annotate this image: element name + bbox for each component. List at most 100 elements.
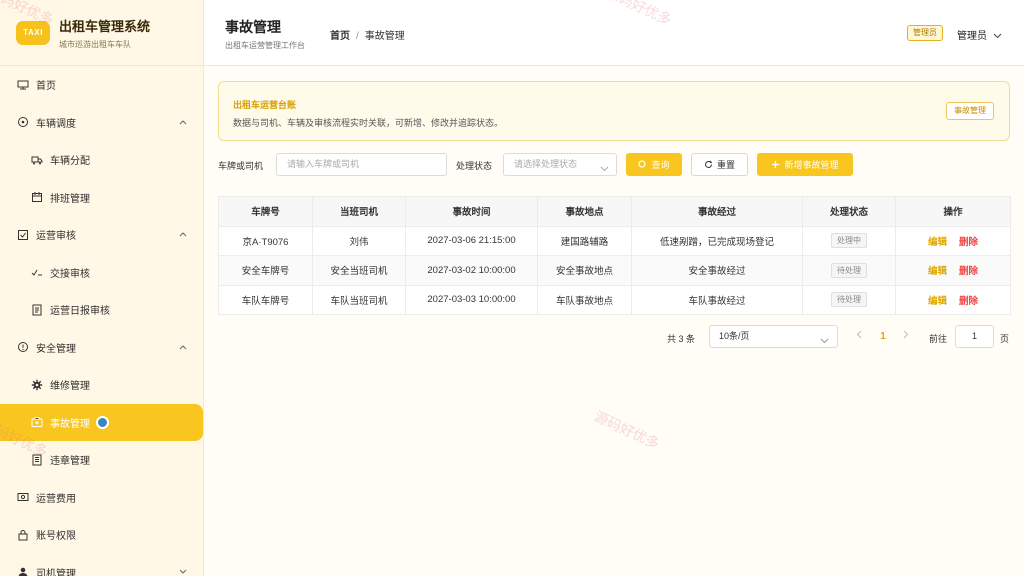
sidebar-item-label: 运营审核 bbox=[36, 231, 76, 243]
filter-bar: 车牌或司机 请输入车牌或司机 处理状态 请选择处理状态 查询 重置 新增事故管理 bbox=[218, 153, 1018, 177]
breadcrumb-current: 事故管理 bbox=[364, 31, 405, 42]
banner-description: 数据与司机、车辆及审核流程实时关联，可新增、修改并追踪状态。 bbox=[233, 118, 504, 128]
column-header: 操作 bbox=[895, 196, 1011, 227]
status-badge: 处理中 bbox=[831, 233, 867, 249]
cell-status: 处理中 bbox=[802, 225, 896, 256]
sidebar-item-vehicle-dispatch[interactable]: 车辆调度 bbox=[0, 104, 203, 142]
sidebar-item-maintenance[interactable]: 维修管理 bbox=[0, 366, 203, 404]
top-header: 事故管理 出租车运营管理工作台 首页 / 事故管理 管理员 管理员 bbox=[204, 0, 1024, 66]
goto-page-input[interactable]: 1 bbox=[955, 325, 994, 348]
edit-button[interactable]: 编辑 bbox=[928, 237, 947, 248]
column-header: 处理状态 bbox=[802, 196, 896, 227]
watermark: 源码好优多 bbox=[591, 407, 663, 453]
calendar-icon bbox=[31, 191, 43, 203]
cell-time: 2027-03-03 10:00:00 bbox=[405, 284, 538, 315]
cell-location: 车队事故地点 bbox=[537, 284, 632, 315]
breadcrumb-separator: / bbox=[356, 31, 359, 42]
reset-button[interactable]: 重置 bbox=[691, 153, 748, 176]
first-aid-icon bbox=[31, 416, 43, 428]
steering-icon bbox=[17, 116, 29, 128]
search-icon bbox=[638, 160, 647, 169]
add-accident-button[interactable]: 新增事故管理 bbox=[757, 153, 853, 176]
chevron-up-icon bbox=[179, 117, 187, 128]
plus-icon bbox=[771, 160, 780, 169]
cell-driver: 刘伟 bbox=[312, 225, 406, 256]
table-row: 车队车牌号 车队当班司机 2027-03-03 10:00:00 车队事故地点 … bbox=[218, 284, 1011, 315]
total-count: 共 3 条 bbox=[667, 334, 696, 344]
chevron-down-icon bbox=[600, 159, 609, 180]
cell-location: 安全事故地点 bbox=[537, 255, 632, 286]
plate-label: 车牌或司机 bbox=[218, 161, 264, 171]
prev-page-button[interactable] bbox=[856, 330, 862, 342]
sidebar-item-label: 运营费用 bbox=[36, 493, 76, 505]
chevron-up-icon bbox=[179, 229, 187, 240]
status-select[interactable]: 请选择处理状态 bbox=[503, 153, 617, 176]
user-name: 管理员 bbox=[957, 31, 987, 42]
money-icon bbox=[17, 491, 29, 503]
sidebar-item-home[interactable]: 首页 bbox=[0, 66, 203, 104]
user-menu[interactable]: 管理员 bbox=[957, 27, 1002, 42]
edit-button[interactable]: 编辑 bbox=[928, 296, 947, 307]
report-icon bbox=[31, 304, 43, 316]
cell-time: 2027-03-02 10:00:00 bbox=[405, 255, 538, 286]
sidebar-item-schedule[interactable]: 排班管理 bbox=[0, 179, 203, 217]
column-header: 车牌号 bbox=[218, 196, 313, 227]
lock-icon bbox=[17, 529, 29, 541]
info-banner: 出租车运营台账 数据与司机、车辆及审核流程实时关联，可新增、修改并追踪状态。 事… bbox=[218, 81, 1010, 141]
cell-plate: 京A·T9076 bbox=[218, 225, 313, 256]
page-size-select[interactable]: 10条/页 bbox=[709, 325, 838, 348]
sidebar-item-operation-audit[interactable]: 运营审核 bbox=[0, 216, 203, 254]
delete-button[interactable]: 删除 bbox=[959, 266, 978, 277]
chevron-down-icon bbox=[820, 331, 829, 352]
check-list-icon bbox=[31, 266, 43, 278]
monitor-icon bbox=[17, 79, 29, 91]
cell-location: 建国路辅路 bbox=[537, 225, 632, 256]
cell-status: 待处理 bbox=[802, 284, 896, 315]
cell-status: 待处理 bbox=[802, 255, 896, 286]
edit-button[interactable]: 编辑 bbox=[928, 266, 947, 277]
next-page-button[interactable] bbox=[903, 330, 909, 342]
sidebar-item-label: 首页 bbox=[36, 81, 56, 93]
sidebar-item-label: 交接审核 bbox=[50, 268, 90, 280]
sidebar-item-driver-management[interactable]: 司机管理 bbox=[0, 554, 203, 576]
sidebar: TAXI 出租车管理系统 城市巡游出租车车队 首页 车辆调度 车辆分配 排班管理… bbox=[0, 0, 204, 576]
document-icon bbox=[31, 454, 43, 466]
column-header: 事故时间 bbox=[405, 196, 538, 227]
current-page[interactable]: 1 bbox=[872, 325, 894, 348]
sidebar-item-label: 事故管理 bbox=[50, 418, 90, 430]
checkbox-icon bbox=[17, 229, 29, 241]
gear-icon bbox=[31, 379, 43, 391]
brand-subtitle: 城市巡游出租车车队 bbox=[59, 39, 131, 49]
table-row: 安全车牌号 安全当班司机 2027-03-02 10:00:00 安全事故地点 … bbox=[218, 255, 1011, 286]
sidebar-item-operation-cost[interactable]: 运营费用 bbox=[0, 479, 203, 517]
sidebar-item-label: 车辆分配 bbox=[50, 156, 90, 168]
sidebar-item-label: 账号权限 bbox=[36, 531, 76, 543]
chevron-right-icon bbox=[903, 330, 909, 339]
page-suffix: 页 bbox=[1000, 334, 1010, 344]
status-badge: 待处理 bbox=[831, 262, 867, 278]
plate-search-input[interactable]: 请输入车牌或司机 bbox=[276, 153, 447, 176]
breadcrumb-home[interactable]: 首页 bbox=[330, 31, 350, 42]
add-button-label: 新增事故管理 bbox=[784, 160, 839, 170]
page-title: 事故管理 bbox=[225, 19, 281, 35]
chevron-left-icon bbox=[856, 330, 862, 339]
page-size-value: 10条/页 bbox=[719, 331, 750, 341]
page-subtitle: 出租车运营管理工作台 bbox=[225, 41, 305, 50]
brand-title: 出租车管理系统 bbox=[59, 18, 151, 34]
role-badge: 管理员 bbox=[907, 25, 943, 41]
sidebar-item-account-permission[interactable]: 账号权限 bbox=[0, 516, 203, 554]
sidebar-item-handover-audit[interactable]: 交接审核 bbox=[0, 254, 203, 292]
search-button-label: 查询 bbox=[651, 160, 670, 170]
sidebar-item-label: 运营日报审核 bbox=[50, 306, 110, 318]
cell-actions: 编辑 删除 bbox=[895, 284, 1011, 315]
sidebar-item-daily-report-audit[interactable]: 运营日报审核 bbox=[0, 291, 203, 329]
delete-button[interactable]: 删除 bbox=[959, 296, 978, 307]
column-header: 事故地点 bbox=[537, 196, 632, 227]
breadcrumb: 首页 / 事故管理 bbox=[330, 27, 405, 42]
delete-button[interactable]: 删除 bbox=[959, 237, 978, 248]
sidebar-item-violation[interactable]: 违章管理 bbox=[0, 441, 203, 479]
search-button[interactable]: 查询 bbox=[626, 153, 682, 176]
sidebar-item-label: 车辆调度 bbox=[36, 118, 76, 130]
sidebar-item-accident[interactable]: 事故管理 bbox=[0, 403, 203, 441]
sidebar-item-vehicle-assign[interactable]: 车辆分配 bbox=[0, 141, 203, 179]
